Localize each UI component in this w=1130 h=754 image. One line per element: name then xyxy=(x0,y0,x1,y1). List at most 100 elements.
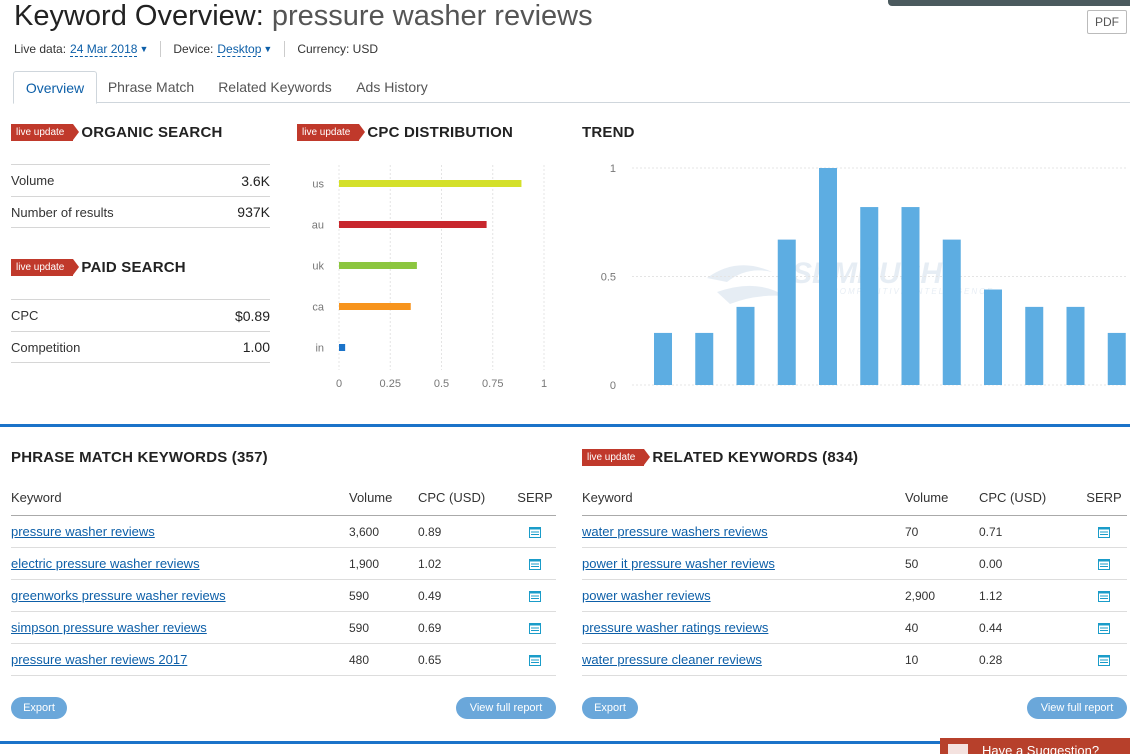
stat-label: Competition xyxy=(11,339,81,355)
trend-bar xyxy=(901,207,920,385)
keyword-link[interactable]: water pressure cleaner reviews xyxy=(582,652,762,667)
tab-ads-history[interactable]: Ads History xyxy=(349,71,435,103)
keyword-link[interactable]: greenworks pressure washer reviews xyxy=(11,588,226,603)
keyword-link[interactable]: pressure washer reviews 2017 xyxy=(11,652,187,667)
column-serp: SERP xyxy=(1086,490,1122,505)
serp-icon[interactable] xyxy=(529,559,541,571)
stat-value: 1.00 xyxy=(242,339,270,355)
serp-icon[interactable] xyxy=(1098,623,1110,635)
cpc-cell: 0.65 xyxy=(418,652,442,667)
export-button[interactable]: Export xyxy=(582,697,638,719)
serp-icon[interactable] xyxy=(1098,655,1110,667)
suggestion-button[interactable]: Have a Suggestion? xyxy=(940,738,1130,754)
serp-icon[interactable] xyxy=(529,591,541,603)
meta-separator xyxy=(160,41,162,57)
chevron-down-icon[interactable]: ▼ xyxy=(263,44,272,54)
volume-cell: 50 xyxy=(905,556,919,571)
stat-row: Competition 1.00 xyxy=(11,331,270,363)
view-full-report-button[interactable]: View full report xyxy=(456,697,556,719)
stat-label: Volume xyxy=(11,173,55,188)
live-data-date-dropdown[interactable]: 24 Mar 2018 xyxy=(70,42,138,57)
live-update-badge: live update xyxy=(582,449,651,466)
cpc-cell: 0.28 xyxy=(979,652,1003,667)
pdf-export-button[interactable]: PDF xyxy=(1087,10,1127,34)
cpc-cell: 0.49 xyxy=(418,588,442,603)
cpc-cell: 0.71 xyxy=(979,524,1003,539)
report-meta-bar: Live data: 24 Mar 2018 ▼ Device: Desktop… xyxy=(14,41,378,57)
cpc-cell: 1.02 xyxy=(418,556,442,571)
serp-icon[interactable] xyxy=(529,655,541,667)
keyword-link[interactable]: power washer reviews xyxy=(582,588,711,603)
related-keywords-header: live update RELATED KEYWORDS (834) xyxy=(582,449,858,466)
y-tick-label: 1 xyxy=(610,163,616,175)
x-tick-label: 0.75 xyxy=(482,378,503,390)
column-keyword[interactable]: Keyword xyxy=(11,490,349,505)
keyword-link[interactable]: power it pressure washer reviews xyxy=(582,556,775,571)
keyword-link[interactable]: water pressure washers reviews xyxy=(582,524,768,539)
trend-title: TREND xyxy=(582,124,635,141)
phrase-match-table: Keyword Volume CPC (USD) SERP pressure w… xyxy=(11,480,556,676)
paid-search-title: PAID SEARCH xyxy=(81,259,186,276)
export-button[interactable]: Export xyxy=(11,697,67,719)
column-serp: SERP xyxy=(517,490,553,505)
trend-bar xyxy=(695,332,714,385)
cpc-cell: 0.00 xyxy=(979,556,1003,571)
tab-phrase-match[interactable]: Phrase Match xyxy=(101,71,201,103)
trend-bar xyxy=(819,168,837,385)
y-tick-label: 0 xyxy=(610,380,616,392)
stat-row: Volume 3.6K xyxy=(11,164,270,196)
column-keyword[interactable]: Keyword xyxy=(582,490,905,505)
page-title-prefix: Keyword Overview: xyxy=(14,0,264,32)
table-row: pressure washer ratings reviews 40 0.44 xyxy=(582,612,1127,644)
serp-icon[interactable] xyxy=(529,623,541,635)
live-update-badge: live update xyxy=(11,259,80,276)
cpc-distribution-title: CPC DISTRIBUTION xyxy=(367,124,514,141)
live-update-badge: live update xyxy=(297,124,366,141)
x-tick-label: 1 xyxy=(541,378,547,390)
keyword-link[interactable]: simpson pressure washer reviews xyxy=(11,620,207,635)
column-cpc[interactable]: CPC (USD) xyxy=(979,490,1081,505)
volume-cell: 10 xyxy=(905,652,919,667)
table-row: water pressure cleaner reviews 10 0.28 xyxy=(582,644,1127,676)
device-dropdown[interactable]: Desktop xyxy=(217,42,262,57)
keyword-link[interactable]: pressure washer reviews xyxy=(11,524,155,539)
trend-bar xyxy=(1066,306,1085,385)
serp-icon[interactable] xyxy=(1098,559,1110,571)
serp-icon[interactable] xyxy=(529,527,541,539)
chevron-down-icon[interactable]: ▼ xyxy=(139,44,148,54)
tab-overview[interactable]: Overview xyxy=(13,71,97,104)
trend-bar xyxy=(1025,306,1044,385)
stat-label: CPC xyxy=(11,308,39,323)
trend-bar xyxy=(942,239,961,385)
serp-icon[interactable] xyxy=(1098,591,1110,603)
keyword-link[interactable]: pressure washer ratings reviews xyxy=(582,620,768,635)
serp-icon[interactable] xyxy=(1098,527,1110,539)
related-keywords-table: Keyword Volume CPC (USD) SERP water pres… xyxy=(582,480,1127,676)
trend-bar xyxy=(736,306,755,385)
stat-row: Number of results 937K xyxy=(11,196,270,228)
volume-cell: 40 xyxy=(905,620,919,635)
y-category-label: in xyxy=(315,343,324,355)
volume-cell: 3,600 xyxy=(349,524,380,539)
table-row: greenworks pressure washer reviews 590 0… xyxy=(11,580,556,612)
column-volume[interactable]: Volume xyxy=(349,490,418,505)
view-full-report-button[interactable]: View full report xyxy=(1027,697,1127,719)
x-tick-label: 0 xyxy=(336,378,342,390)
organic-search-header: live update ORGANIC SEARCH xyxy=(11,124,223,141)
y-category-label: us xyxy=(312,179,324,191)
paid-search-stats: CPC $0.89 Competition 1.00 xyxy=(11,299,270,363)
keyword-link[interactable]: electric pressure washer reviews xyxy=(11,556,200,571)
cpc-cell: 0.89 xyxy=(418,524,442,539)
table-row: pressure washer reviews 2017 480 0.65 xyxy=(11,644,556,676)
phrase-match-header: PHRASE MATCH KEYWORDS (357) xyxy=(11,449,268,466)
column-cpc[interactable]: CPC (USD) xyxy=(418,490,514,505)
y-tick-label: 0.5 xyxy=(601,272,616,284)
phrase-match-title: PHRASE MATCH KEYWORDS (357) xyxy=(11,449,268,466)
cpc-bar-us xyxy=(339,180,522,187)
cpc-bar-uk xyxy=(339,262,417,269)
column-volume[interactable]: Volume xyxy=(905,490,979,505)
tab-related-keywords[interactable]: Related Keywords xyxy=(211,71,339,103)
trend-chart: SEMRUSH COMPETITIVE INTELLIGENCE 00.51 xyxy=(601,163,1127,392)
y-category-label: uk xyxy=(312,261,324,273)
table-row: pressure washer reviews 3,600 0.89 xyxy=(11,516,556,548)
